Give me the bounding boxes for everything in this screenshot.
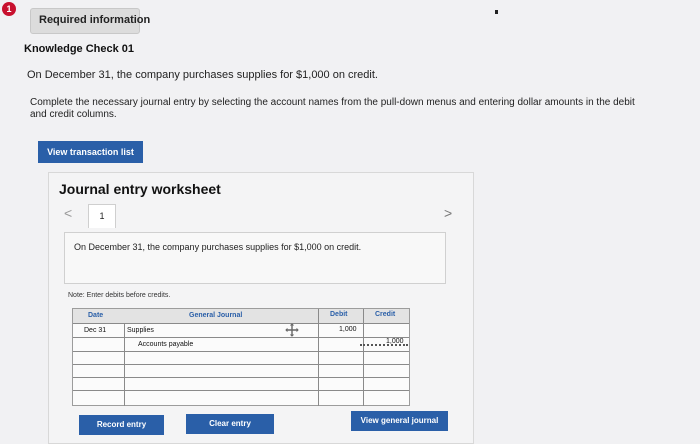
- grid-line: [318, 309, 319, 406]
- grid-line: [363, 309, 364, 406]
- info-badge: 1: [2, 2, 16, 16]
- view-general-journal-button[interactable]: View general journal: [351, 411, 448, 431]
- transaction-description: On December 31, the company purchases su…: [74, 242, 362, 252]
- record-entry-button[interactable]: Record entry: [79, 415, 164, 435]
- move-icon[interactable]: [285, 323, 299, 337]
- row-1-account-select[interactable]: Supplies: [127, 327, 154, 334]
- row-2-account-select[interactable]: Accounts payable: [138, 341, 193, 348]
- clear-entry-button[interactable]: Clear entry: [186, 414, 274, 434]
- worksheet-tab-1[interactable]: 1: [88, 204, 116, 228]
- required-information-label: Required information: [39, 14, 151, 26]
- credit-input-underline: [360, 344, 408, 346]
- row-4-account-select[interactable]: [125, 365, 318, 377]
- row-3-account-select[interactable]: [125, 352, 318, 364]
- knowledge-check-title: Knowledge Check 01: [24, 43, 135, 55]
- header-debit: Debit: [330, 311, 348, 318]
- row-6-account-select[interactable]: [125, 391, 318, 405]
- transaction-description-box: [64, 232, 446, 284]
- previous-arrow-icon[interactable]: <: [64, 205, 72, 221]
- question-instructions: Complete the necessary journal entry by …: [30, 97, 635, 120]
- next-arrow-icon[interactable]: >: [444, 205, 452, 221]
- header-credit: Credit: [375, 311, 396, 318]
- worksheet-title: Journal entry worksheet: [59, 181, 221, 197]
- row-1-date: Dec 31: [84, 327, 107, 334]
- row-5-account-select[interactable]: [125, 378, 318, 390]
- entry-note: Note: Enter debits before credits.: [68, 292, 171, 299]
- view-transaction-list-button[interactable]: View transaction list: [38, 141, 143, 163]
- row-1-debit-input[interactable]: 1,000: [339, 326, 357, 333]
- question-prompt: On December 31, the company purchases su…: [27, 69, 378, 81]
- header-general-journal: General Journal: [189, 312, 243, 319]
- header-marker: [495, 10, 498, 14]
- header-date: Date: [88, 312, 104, 319]
